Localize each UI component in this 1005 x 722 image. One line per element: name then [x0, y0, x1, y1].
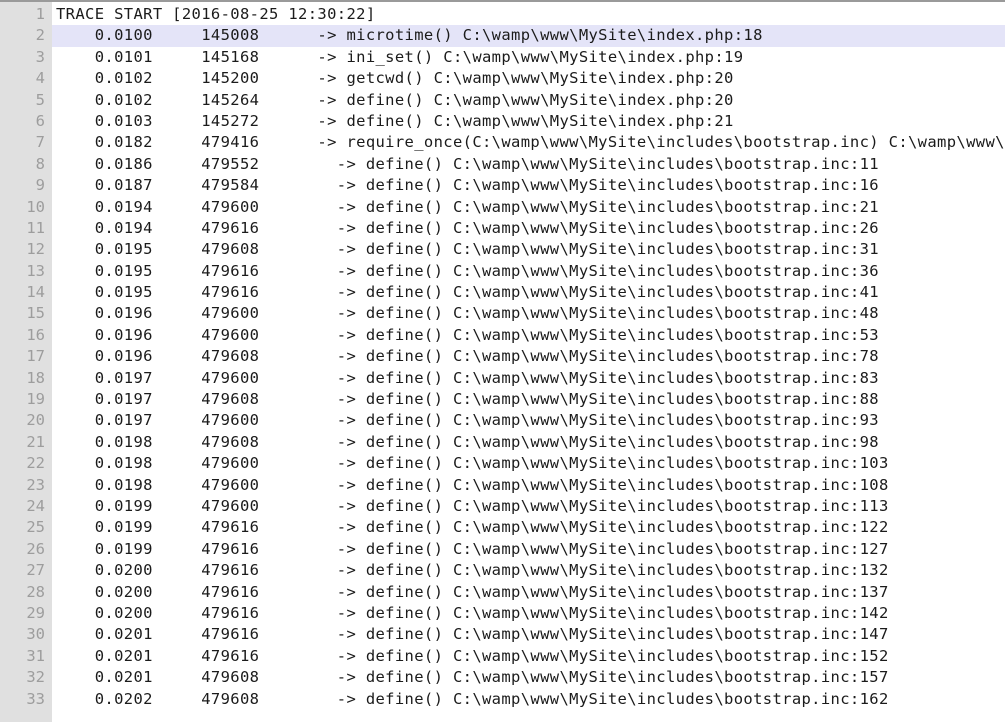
code-line[interactable]: 0.0103 145272 -> define() C:\wamp\www\My… — [52, 111, 1005, 132]
line-number: 29 — [26, 603, 45, 622]
line-number: 9 — [35, 176, 45, 195]
line-number: 4 — [35, 69, 45, 88]
code-line[interactable]: 0.0202 479608 -> define() C:\wamp\www\My… — [52, 689, 1005, 710]
line-number: 20 — [26, 411, 45, 430]
code-line[interactable]: 0.0200 479616 -> define() C:\wamp\www\My… — [52, 603, 1005, 624]
line-number: 7 — [35, 133, 45, 152]
line-number: 23 — [26, 475, 45, 494]
line-number: 3 — [35, 47, 45, 66]
line-number: 10 — [26, 197, 45, 216]
code-line[interactable]: 0.0197 479600 -> define() C:\wamp\www\My… — [52, 368, 1005, 389]
line-number: 22 — [26, 454, 45, 473]
code-line[interactable]: 0.0196 479600 -> define() C:\wamp\www\My… — [52, 325, 1005, 346]
code-line[interactable]: 0.0197 479600 -> define() C:\wamp\www\My… — [52, 410, 1005, 431]
code-line[interactable]: 0.0201 479616 -> define() C:\wamp\www\My… — [52, 624, 1005, 645]
line-number: 26 — [26, 539, 45, 558]
code-line[interactable]: 0.0200 479616 -> define() C:\wamp\www\My… — [52, 560, 1005, 581]
line-number: 19 — [26, 390, 45, 409]
code-line[interactable]: 0.0196 479600 -> define() C:\wamp\www\My… — [52, 303, 1005, 324]
code-line[interactable]: 0.0201 479616 -> define() C:\wamp\www\My… — [52, 646, 1005, 667]
code-line[interactable]: 0.0199 479616 -> define() C:\wamp\www\My… — [52, 539, 1005, 560]
line-number-list: 1 2 3 4 5 6 7 8 9 10 11 12 13 14 15 16 17 18 19 20 21 22 23 24 2… — [0, 4, 52, 710]
code-line[interactable]: 0.0102 145264 -> define() C:\wamp\www\My… — [52, 90, 1005, 111]
code-line[interactable]: 0.0198 479600 -> define() C:\wamp\www\My… — [52, 475, 1005, 496]
line-number: 14 — [26, 283, 45, 302]
code-line[interactable]: 0.0199 479616 -> define() C:\wamp\www\My… — [52, 517, 1005, 538]
code-line[interactable]: 0.0199 479600 -> define() C:\wamp\www\My… — [52, 496, 1005, 517]
code-line[interactable]: 0.0195 479608 -> define() C:\wamp\www\My… — [52, 239, 1005, 260]
code-line[interactable]: 0.0200 479616 -> define() C:\wamp\www\My… — [52, 582, 1005, 603]
code-line[interactable]: 0.0201 479608 -> define() C:\wamp\www\My… — [52, 667, 1005, 688]
code-line[interactable]: 0.0195 479616 -> define() C:\wamp\www\My… — [52, 282, 1005, 303]
line-number: 2 — [35, 26, 45, 45]
code-line[interactable]: 0.0182 479416 -> require_once(C:\wamp\ww… — [52, 132, 1005, 153]
code-line[interactable]: 0.0101 145168 -> ini_set() C:\wamp\www\M… — [52, 47, 1005, 68]
code-line[interactable]: 0.0187 479584 -> define() C:\wamp\www\My… — [52, 175, 1005, 196]
line-number: 33 — [26, 689, 45, 708]
line-number: 28 — [26, 582, 45, 601]
line-number: 16 — [26, 325, 45, 344]
line-number: 8 — [35, 154, 45, 173]
code-line[interactable]: 0.0186 479552 -> define() C:\wamp\www\My… — [52, 154, 1005, 175]
line-number: 15 — [26, 304, 45, 323]
line-number: 18 — [26, 368, 45, 387]
line-number: 21 — [26, 432, 45, 451]
code-line[interactable]: 0.0198 479608 -> define() C:\wamp\www\My… — [52, 432, 1005, 453]
code-content-area[interactable]: TRACE START [2016-08-25 12:30:22] 0.0100… — [52, 4, 1005, 722]
code-trace-viewer: 1 2 3 4 5 6 7 8 9 10 11 12 13 14 15 16 17 18 19 20 21 22 23 24 2… — [0, 0, 1005, 722]
line-number: 32 — [26, 668, 45, 687]
line-number: 6 — [35, 111, 45, 130]
code-line[interactable]: 0.0194 479616 -> define() C:\wamp\www\My… — [52, 218, 1005, 239]
line-number: 24 — [26, 496, 45, 515]
line-number: 1 — [35, 5, 45, 23]
line-number: 30 — [26, 625, 45, 644]
line-number: 11 — [26, 218, 45, 237]
code-line[interactable]: TRACE START [2016-08-25 12:30:22] — [52, 4, 1005, 25]
line-number-gutter: 1 2 3 4 5 6 7 8 9 10 11 12 13 14 15 16 17 18 19 20 21 22 23 24 2… — [0, 2, 52, 722]
code-line[interactable]: 0.0102 145200 -> getcwd() C:\wamp\www\My… — [52, 68, 1005, 89]
code-line[interactable]: 0.0198 479600 -> define() C:\wamp\www\My… — [52, 453, 1005, 474]
line-number: 12 — [26, 240, 45, 259]
line-number: 17 — [26, 347, 45, 366]
line-number: 25 — [26, 518, 45, 537]
line-number: 5 — [35, 90, 45, 109]
line-number: 27 — [26, 561, 45, 580]
line-number: 31 — [26, 646, 45, 665]
code-line[interactable]: 0.0197 479608 -> define() C:\wamp\www\My… — [52, 389, 1005, 410]
code-line[interactable]: 0.0195 479616 -> define() C:\wamp\www\My… — [52, 261, 1005, 282]
line-number: 13 — [26, 261, 45, 280]
code-line[interactable]: 0.0196 479608 -> define() C:\wamp\www\My… — [52, 346, 1005, 367]
code-line[interactable]: 0.0194 479600 -> define() C:\wamp\www\My… — [52, 197, 1005, 218]
code-line-highlighted[interactable]: 0.0100 145008 -> microtime() C:\wamp\www… — [52, 25, 1005, 47]
